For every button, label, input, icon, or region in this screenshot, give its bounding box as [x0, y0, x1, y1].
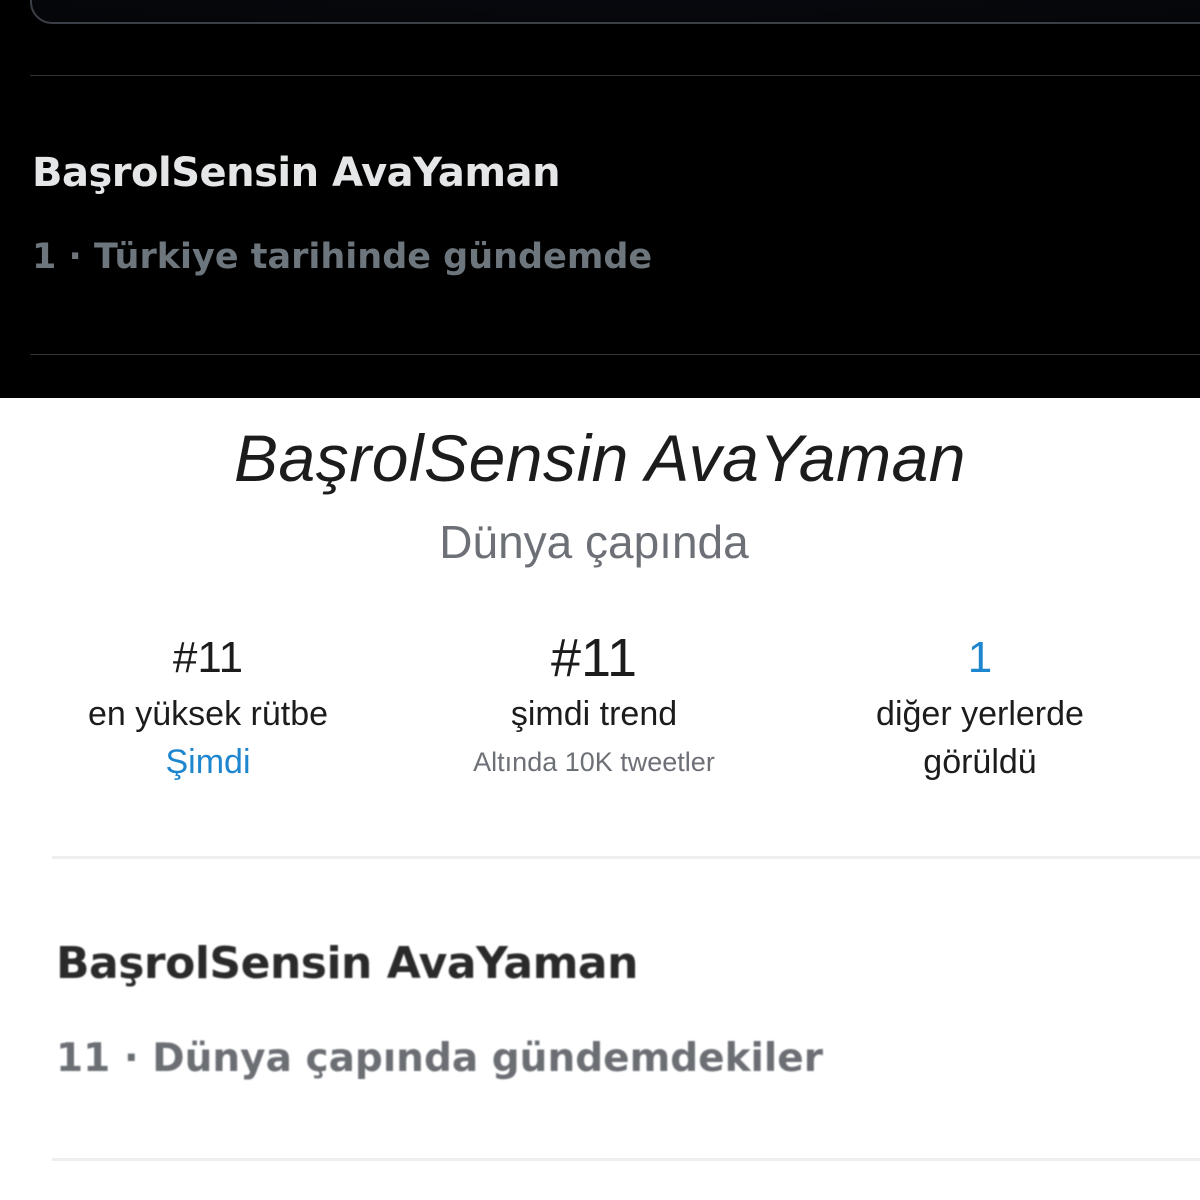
trend-meta: 1 · Türkiye tarihinde gündemde — [32, 237, 653, 277]
stat-seen-elsewhere[interactable]: 1 diğer yerlerde görüldü — [780, 630, 1180, 786]
topic-heading: BaşrolSensin AvaYaman — [233, 421, 967, 495]
trend-title: BaşrolSensin AvaYaman — [56, 938, 638, 989]
stat-trending-now: #11 şimdi trend Altında 10K tweetler — [394, 630, 794, 786]
stat-label: diğer yerlerde — [876, 695, 1084, 733]
trend-detail-screenshot: BaşrolSensin AvaYaman Dünya çapında #11 … — [0, 398, 1200, 1200]
divider — [52, 1158, 1200, 1161]
stat-note: Altında 10K tweetler — [473, 747, 715, 777]
stat-label: en yüksek rütbe — [87, 695, 329, 733]
stat-value-link[interactable]: 1 — [780, 630, 1180, 690]
stat-label: görüldü — [923, 743, 1037, 781]
stat-time-link[interactable]: Şimdi — [8, 738, 408, 786]
media-card-image[interactable] — [30, 0, 1200, 24]
divider — [52, 856, 1200, 859]
trend-meta: 11 · Dünya çapında gündemdekiler — [56, 1036, 823, 1081]
dark-trend-screenshot: BaşrolSensin AvaYaman 1 · Türkiye tarihi… — [0, 0, 1200, 398]
trend-title: BaşrolSensin AvaYaman — [32, 150, 561, 196]
divider — [30, 354, 1200, 355]
stat-label: şimdi trend — [510, 695, 678, 733]
stat-highest-rank: #11 en yüksek rütbe Şimdi — [8, 630, 408, 786]
topic-location: Dünya çapında — [439, 516, 749, 568]
stat-value: #11 — [172, 633, 244, 682]
stat-value: #11 — [550, 628, 638, 688]
divider — [30, 75, 1200, 76]
